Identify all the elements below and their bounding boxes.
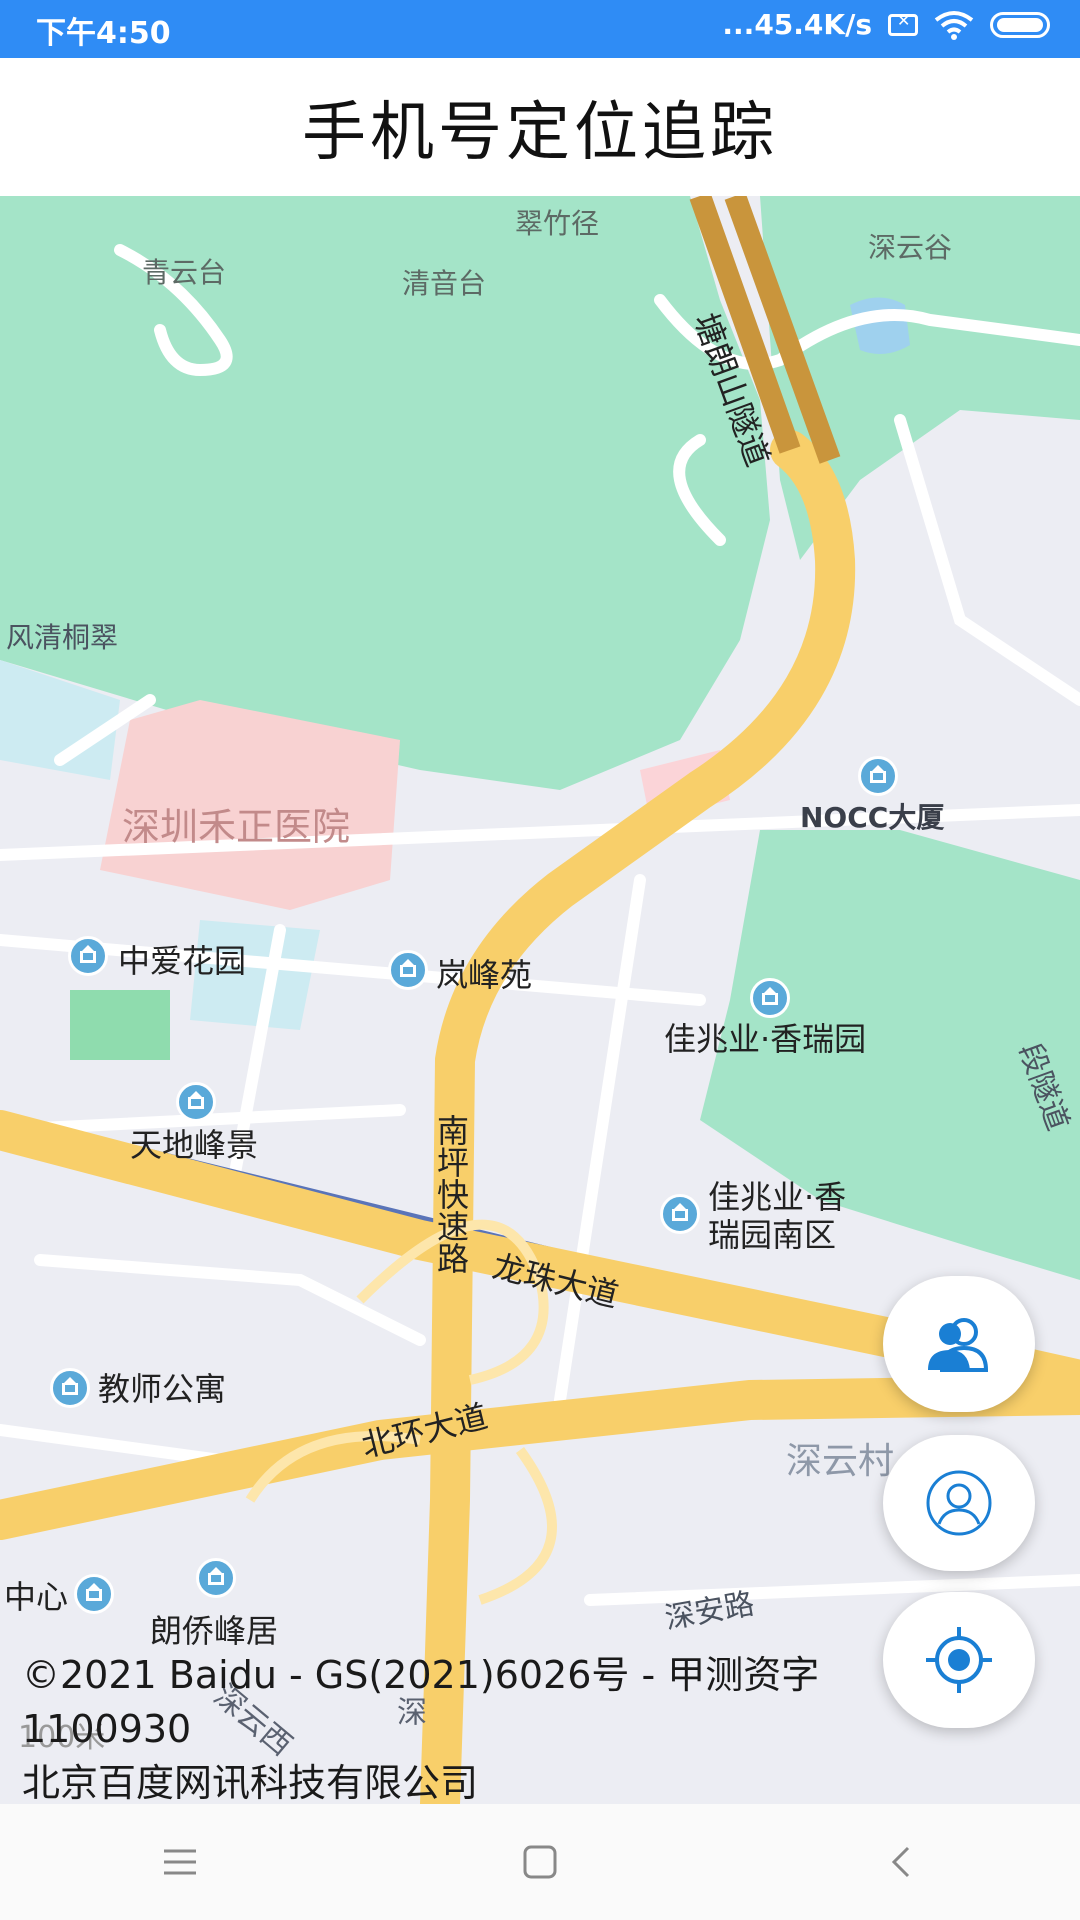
menu-button[interactable] (145, 1837, 215, 1887)
residence-icon (176, 1082, 216, 1122)
back-chevron-icon (891, 1846, 910, 1878)
battery-icon (990, 11, 1050, 38)
residence-icon (750, 978, 790, 1018)
home-square-icon (523, 1845, 557, 1879)
map-label-shenyuncun: 深云村 (786, 1441, 895, 1482)
copyright-line-1: ©2021 Baidu - GS(2021)6026号 - 甲测资字 (22, 1653, 820, 1697)
road-label-nanping: 南坪快速路 (432, 1114, 470, 1274)
menu-icon (164, 1849, 196, 1875)
status-icons: ...45.4K/s (722, 8, 1050, 41)
map-label-fengqingtongcui: 风清桐翠 (6, 621, 119, 654)
sim-error-icon (888, 11, 918, 36)
residence-icon (196, 1558, 236, 1598)
residence-icon (50, 1368, 90, 1408)
map-label-jiaoshi: 教师公寓 (98, 1370, 227, 1408)
status-bar: 下午4:50 ...45.4K/s (0, 0, 1080, 58)
wifi-icon (934, 10, 974, 40)
map-label-langqiao: 朗侨峰居 (150, 1612, 279, 1650)
status-time: 下午4:50 (36, 16, 171, 51)
map-label-xiangruiyuan: 佳兆业·香瑞园 (664, 1020, 867, 1058)
copyright-line-3: 北京百度网讯科技有限公司 (22, 1761, 479, 1805)
profile-button[interactable] (883, 1435, 1035, 1571)
home-button[interactable] (505, 1837, 575, 1887)
back-button[interactable] (865, 1837, 935, 1887)
user-profile-icon (926, 1470, 992, 1536)
map-copyright: ©2021 Baidu - GS(2021)6026号 - 甲测资字 11009… (22, 1648, 819, 1810)
system-nav-bar (0, 1804, 1080, 1920)
map-label-zhongai: 中爱花园 (118, 942, 247, 980)
map-label-jiazhaoye-south-2: 瑞园南区 (708, 1216, 837, 1254)
map-label-qingyintai: 清音台 (402, 267, 487, 300)
title-bar: 手机号定位追踪 (0, 58, 1080, 197)
map-label-tiandi: 天地峰景 (130, 1126, 259, 1164)
locate-button[interactable] (883, 1592, 1035, 1728)
residence-icon (388, 950, 428, 990)
locate-target-icon (926, 1627, 992, 1693)
network-speed: ...45.4K/s (722, 8, 872, 41)
contacts-button[interactable] (883, 1276, 1035, 1412)
residence-icon (660, 1194, 700, 1234)
map-label-qingyuntai: 青云台 (142, 256, 227, 289)
map-label-hospital: 深圳禾正医院 (122, 805, 351, 849)
contacts-icon (928, 1318, 989, 1372)
copyright-line-2: 1100930 (22, 1707, 192, 1751)
page-title: 手机号定位追踪 (302, 96, 778, 170)
residence-icon (68, 936, 108, 976)
map-label-zhongxin: 中心 (4, 1578, 69, 1616)
building-icon (858, 756, 898, 796)
map-label-shenyungu: 深云谷 (868, 231, 953, 264)
map-label-cuizhujing: 翠竹径 (515, 207, 600, 240)
map-label-nocc: NOCC大厦 (800, 801, 945, 834)
building-icon (74, 1574, 114, 1614)
map-label-lanfengyuan: 岚峰苑 (436, 956, 533, 994)
